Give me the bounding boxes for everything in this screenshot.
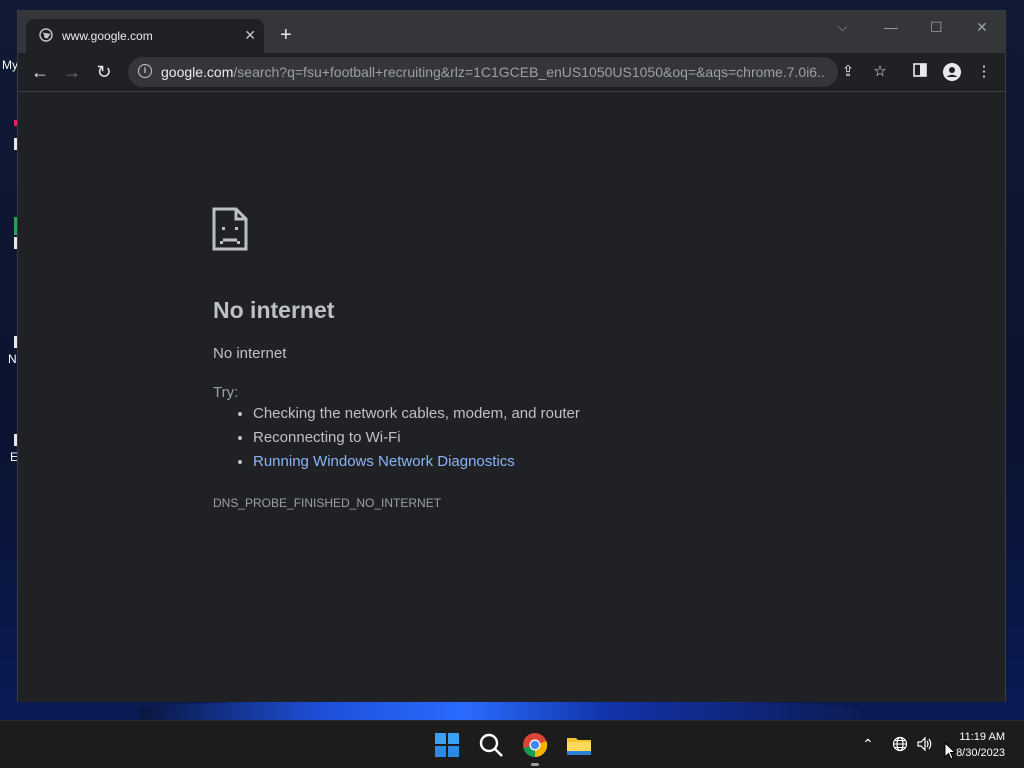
network-diagnostics-link[interactable]: Running Windows Network Diagnostics — [253, 453, 515, 470]
error-page: No internet No internet Try: Checking th… — [18, 92, 1005, 702]
profile-avatar-icon[interactable] — [943, 63, 961, 81]
active-app-indicator — [531, 763, 539, 766]
bookmark-star-icon[interactable]: ☆ — [871, 63, 889, 81]
chrome-window: www.google.com ✕ + ⌵ — ☐ ✕ ← → ↻ i googl… — [17, 10, 1006, 702]
more-menu-icon[interactable]: ⋮ — [975, 63, 993, 81]
error-heading: No internet — [213, 297, 335, 323]
tab-strip: www.google.com ✕ + ⌵ — ☐ ✕ — [18, 11, 1005, 53]
start-icon[interactable] — [433, 731, 461, 759]
forward-arrow-icon[interactable]: → — [61, 61, 83, 83]
sad-page-icon — [212, 207, 248, 251]
suggestion-list: Checking the network cables, modem, and … — [213, 402, 580, 474]
address-bar[interactable]: i google.com/search?q=fsu+football+recru… — [128, 57, 838, 87]
share-icon[interactable]: ⇪ — [839, 63, 857, 81]
desktop-icon-label: My — [2, 58, 18, 72]
globe-icon — [39, 28, 53, 42]
mouse-cursor-icon — [944, 742, 956, 760]
chevron-up-icon[interactable]: ⌃ — [862, 736, 874, 753]
chrome-icon[interactable] — [521, 731, 549, 759]
new-tab-button[interactable]: + — [280, 25, 292, 45]
suggestion-item-diagnostics: Running Windows Network Diagnostics — [253, 450, 580, 474]
browser-toolbar: ← → ↻ i google.com/search?q=fsu+football… — [18, 53, 1005, 92]
site-info-icon[interactable]: i — [138, 64, 152, 78]
search-icon[interactable] — [477, 731, 505, 759]
back-arrow-icon[interactable]: ← — [29, 61, 51, 83]
url-host: google.com — [161, 64, 234, 80]
desktop-icon-label: N — [8, 352, 17, 366]
try-label: Try: — [213, 384, 239, 401]
tab-google[interactable]: www.google.com ✕ — [26, 19, 264, 53]
url-path: /search?q=fsu+football+recruiting&rlz=1C… — [233, 64, 826, 80]
side-panel-icon[interactable] — [911, 63, 929, 81]
error-code: DNS_PROBE_FINISHED_NO_INTERNET — [213, 496, 442, 510]
suggestion-item: Checking the network cables, modem, and … — [253, 402, 580, 426]
file-explorer-icon[interactable] — [565, 731, 593, 759]
clock-time: 11:19 AM — [959, 731, 1005, 743]
tab-close-icon[interactable]: ✕ — [244, 27, 256, 43]
reload-icon[interactable]: ↻ — [93, 61, 115, 83]
tab-search-icon[interactable]: ⌵ — [838, 19, 847, 35]
clock-date: 8/30/2023 — [956, 747, 1005, 759]
wallpaper-bloom — [140, 700, 860, 722]
globe-network-icon[interactable] — [892, 736, 908, 752]
speaker-icon[interactable] — [916, 736, 934, 752]
close-window-button[interactable]: ✕ — [976, 19, 988, 35]
error-subheading: No internet — [213, 345, 287, 362]
tab-title: www.google.com — [62, 29, 153, 43]
maximize-button[interactable]: ☐ — [930, 19, 943, 35]
address-url: google.com/search?q=fsu+football+recruit… — [161, 64, 826, 80]
taskbar: ⌃ 11:19 AM 8/30/2023 — [0, 720, 1024, 768]
suggestion-item: Reconnecting to Wi-Fi — [253, 426, 580, 450]
system-clock[interactable]: 11:19 AM 8/30/2023 — [956, 729, 1005, 761]
minimize-button[interactable]: — — [884, 19, 898, 35]
